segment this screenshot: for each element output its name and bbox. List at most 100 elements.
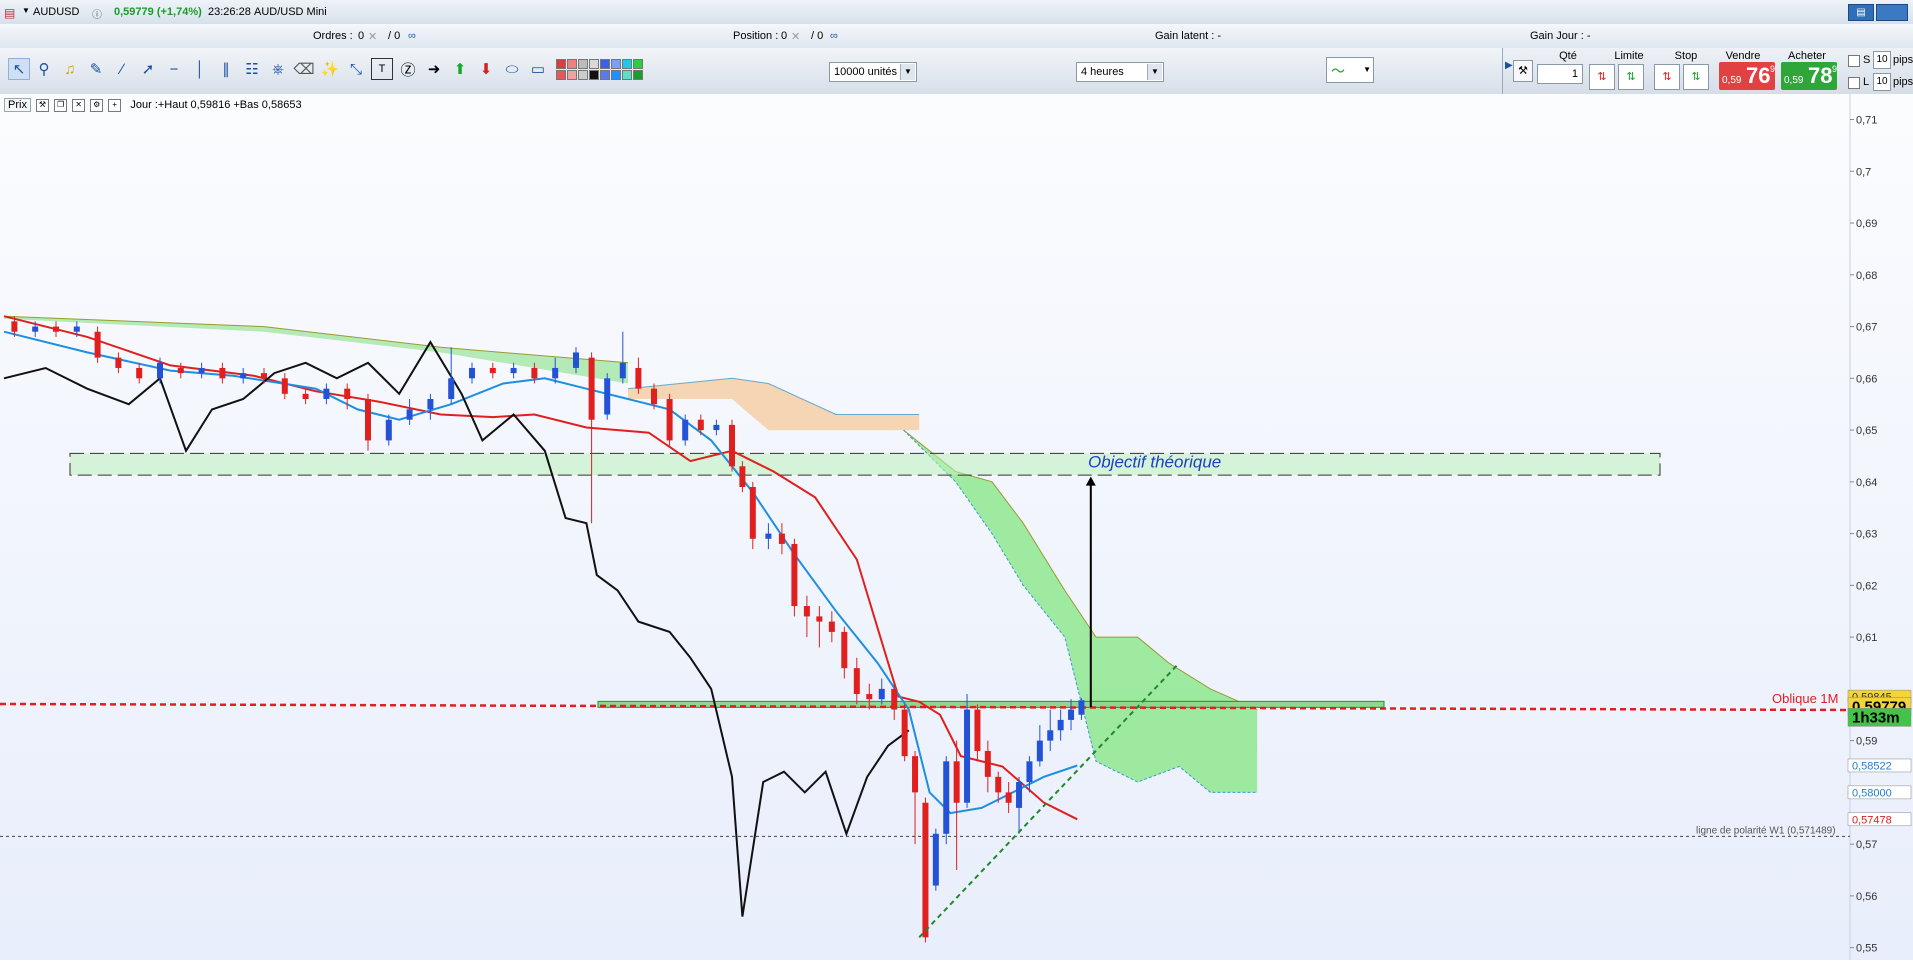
segment-line-icon[interactable]: ∕ (111, 58, 133, 80)
symbol-label[interactable]: AUDUSD (33, 6, 79, 18)
indicators-button[interactable]: 〜 ▼ (1326, 57, 1374, 83)
candle-body[interactable] (932, 833, 939, 886)
candle-body[interactable] (53, 326, 59, 332)
window-restore-icon[interactable]: ▤ (1848, 4, 1874, 21)
candle-body[interactable] (1047, 730, 1054, 741)
candle-body[interactable] (713, 424, 720, 431)
color-swatch[interactable] (622, 70, 632, 80)
candle-body[interactable] (984, 750, 991, 777)
ellipse-icon[interactable]: ⬭ (501, 58, 523, 80)
color-swatch[interactable] (600, 59, 610, 69)
candle-body[interactable] (739, 466, 746, 488)
chevron-down-icon[interactable]: ▼ (22, 6, 30, 15)
horizontal-line-icon[interactable]: − (163, 58, 185, 80)
candle-body[interactable] (619, 362, 626, 379)
candle-body[interactable] (841, 631, 848, 669)
candle-body[interactable] (302, 393, 309, 400)
color-swatch[interactable] (556, 59, 566, 69)
candle-body[interactable] (406, 409, 413, 420)
alert-bell-icon[interactable]: ♫ (59, 58, 81, 80)
candle-body[interactable] (32, 326, 39, 332)
candle-body[interactable] (778, 533, 785, 544)
candle-body[interactable] (891, 688, 898, 710)
candle-body[interactable] (261, 373, 267, 379)
candle-body[interactable] (344, 388, 351, 400)
candle-body[interactable] (1068, 709, 1075, 720)
close-icon[interactable]: ✕ (791, 30, 800, 43)
candle-body[interactable] (666, 399, 673, 441)
candle-body[interactable] (73, 326, 80, 332)
objective-zone[interactable] (69, 452, 1661, 476)
rectangle-icon[interactable]: ▭ (527, 58, 549, 80)
stop-sell-icon[interactable]: ⇅ (1683, 64, 1709, 90)
candle-body[interactable] (240, 373, 247, 379)
limit-checkbox[interactable] (1848, 77, 1860, 89)
candle-body[interactable] (365, 399, 371, 441)
candle-body[interactable] (1005, 792, 1012, 803)
candle-body[interactable] (791, 543, 798, 607)
chart-canvas[interactable]: 0,71 0,7 0,69 0,68 0,67 0,66 0,65 0,64 0,63 0,62 0… (0, 94, 1913, 960)
candle-body[interactable] (385, 419, 392, 441)
candle-body[interactable] (136, 367, 143, 379)
candle-body[interactable] (995, 776, 1002, 793)
candle-body[interactable] (604, 378, 611, 415)
fibonacci-icon[interactable]: ☷ (241, 58, 263, 80)
candle-body[interactable] (94, 331, 101, 358)
candle-body[interactable] (878, 688, 885, 700)
wrench-icon[interactable]: ⚒ (1513, 60, 1533, 82)
candle-body[interactable] (901, 709, 908, 757)
color-swatch[interactable] (633, 70, 643, 80)
color-swatch[interactable] (589, 59, 599, 69)
candle-body[interactable] (281, 378, 288, 394)
candle-body[interactable] (853, 668, 860, 695)
ruler-icon[interactable]: ✎ (85, 58, 107, 80)
candle-body[interactable] (11, 321, 18, 332)
candle-body[interactable] (552, 367, 559, 379)
info-icon[interactable]: ⓘ (92, 6, 102, 21)
candle-body[interactable] (749, 487, 756, 539)
candle-body[interactable] (427, 399, 434, 410)
color-swatch[interactable] (578, 70, 588, 80)
duplicate-icon[interactable]: ❐ (54, 98, 68, 112)
candle-body[interactable] (635, 367, 642, 389)
vertical-line-icon[interactable]: │ (189, 58, 211, 80)
candle-body[interactable] (964, 709, 971, 803)
candle-body[interactable] (651, 388, 657, 405)
candle-body[interactable] (682, 419, 689, 441)
candle-body[interactable] (943, 761, 950, 834)
candle-body[interactable] (953, 761, 960, 803)
zoom-icon[interactable]: ⚲ (33, 58, 55, 80)
candle-body[interactable] (531, 367, 538, 379)
color-swatch[interactable] (578, 59, 588, 69)
color-swatch[interactable] (611, 70, 621, 80)
candle-body[interactable] (510, 367, 517, 374)
color-swatch[interactable] (633, 59, 643, 69)
candle-body[interactable] (1016, 782, 1023, 808)
link-icon[interactable]: ∞ (830, 30, 838, 42)
stop-pips-input[interactable]: 10 (1873, 51, 1891, 69)
units-select[interactable]: 10000 unités ▼ (829, 62, 917, 82)
pitchfork-icon[interactable]: ⎈ (267, 58, 289, 80)
candle-body[interactable] (573, 352, 579, 368)
candle-body[interactable] (323, 388, 330, 400)
add-indicator-icon[interactable]: + (108, 98, 122, 112)
candle-body[interactable] (765, 533, 772, 539)
candle-body[interactable] (157, 362, 163, 379)
candle-body[interactable] (198, 367, 205, 374)
price-panel-tab[interactable]: Prix (4, 98, 31, 112)
candle-body[interactable] (177, 367, 184, 374)
candle-body[interactable] (803, 606, 810, 617)
candle-body[interactable] (922, 802, 929, 938)
candle-body[interactable] (974, 709, 981, 751)
cursor-icon[interactable]: ↖ (8, 58, 30, 80)
ray-line-icon[interactable]: ➚ (137, 58, 159, 80)
candle-body[interactable] (729, 424, 735, 467)
candle-body[interactable] (489, 367, 496, 374)
circle-text-icon[interactable]: Ⓩ (397, 58, 419, 80)
candle-body[interactable] (1036, 740, 1043, 762)
buy-button[interactable]: 0,59 78 9 (1781, 62, 1837, 90)
settings-icon[interactable]: ⚙ (90, 98, 104, 112)
close-icon[interactable]: ✕ (368, 30, 377, 43)
trash-icon[interactable]: ⌫ (293, 58, 315, 80)
stop-checkbox[interactable] (1848, 55, 1860, 67)
